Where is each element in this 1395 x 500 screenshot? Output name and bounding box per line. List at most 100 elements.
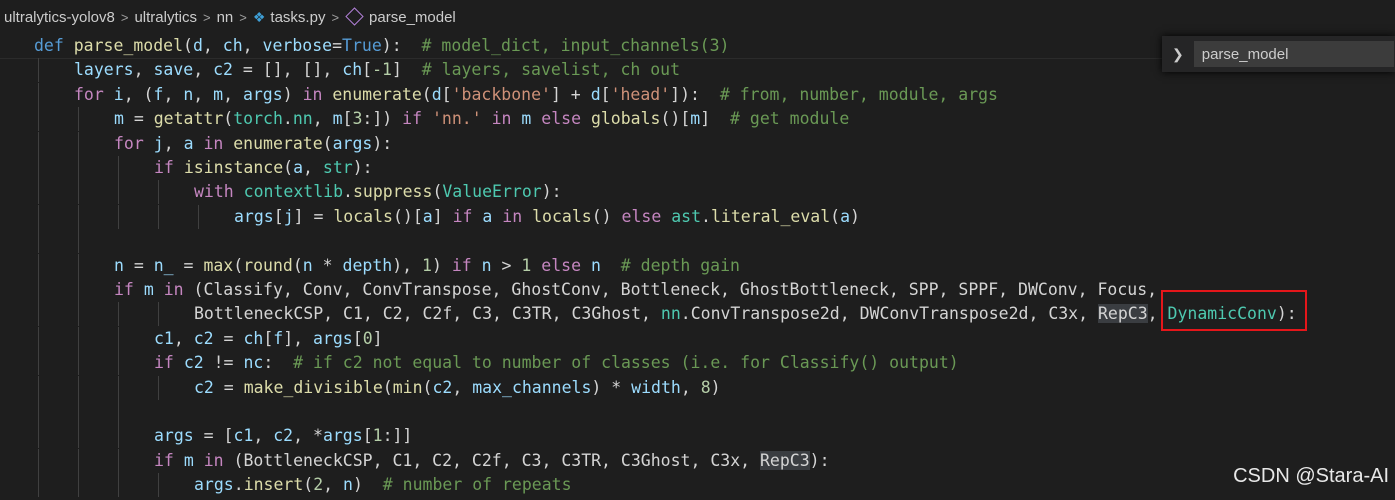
code-token: save [153, 60, 194, 80]
code-token: , [323, 475, 344, 495]
indent-guide [78, 253, 79, 278]
code-token: ) [710, 377, 721, 397]
code-token: a [482, 206, 493, 226]
code-token: ( [233, 450, 244, 470]
code-token: args [313, 328, 353, 348]
code-line[interactable]: args[j] = locals()[a] if a in locals() e… [0, 204, 1395, 229]
code-token: locals [333, 206, 393, 226]
code-text: m = getattr(torch.nn, m[3:]) if 'nn.' in… [114, 107, 849, 131]
code-token: suppress [352, 182, 433, 202]
code-token: # get module [730, 109, 850, 129]
code-token: in [203, 133, 234, 153]
code-line[interactable]: args = [c1, c2, *args[1:]] [0, 424, 1395, 449]
code-token: ( [322, 133, 333, 153]
code-line[interactable]: for j, a in enumerate(args): [0, 131, 1395, 156]
code-token: args [234, 206, 274, 226]
code-token: ( [183, 36, 193, 55]
code-line[interactable]: for i, (f, n, m, args) in enumerate(d['b… [0, 82, 1395, 107]
code-token: ch [222, 36, 243, 55]
indent-guide [38, 82, 39, 107]
indent-guide [38, 204, 39, 229]
code-line[interactable] [0, 400, 1395, 424]
indent-guide [38, 473, 39, 498]
code-token: in [502, 206, 533, 226]
code-token: :]] [382, 426, 413, 446]
indent-guide [38, 278, 39, 302]
code-line[interactable]: args.insert(2, n) # number of repeats [0, 473, 1395, 498]
code-token: != [203, 353, 244, 373]
code-token: a [183, 133, 194, 153]
code-token: = [213, 377, 244, 397]
breadcrumb-item-symbol[interactable]: parse_model [369, 9, 456, 26]
code-token: args [154, 426, 194, 446]
code-token: ( [193, 280, 204, 299]
code-line[interactable]: c2 = make_divisible(min(c2, max_channels… [0, 375, 1395, 400]
code-line[interactable]: n = n_ = max(round(n * depth), 1) if n >… [0, 253, 1395, 278]
code-token: if [452, 206, 483, 226]
find-input[interactable] [1193, 41, 1394, 67]
breadcrumb-item-package[interactable]: ultralytics [134, 9, 197, 26]
code-token: BottleneckCSP, C1, C2, C2f, C3, C3TR, C3… [194, 304, 661, 324]
code-token: ] [391, 60, 422, 80]
code-token: ( [421, 84, 432, 104]
code-token: ) [431, 255, 452, 275]
code-token: n [343, 475, 353, 495]
code-token: 1 [521, 255, 532, 275]
breadcrumb-item-file[interactable]: tasks.py [270, 9, 325, 26]
indent-guide [118, 204, 119, 229]
code-token: d [590, 84, 601, 104]
code-text: if m in (BottleneckCSP, C1, C2, C2f, C3,… [154, 449, 830, 473]
code-token: ): [352, 158, 373, 177]
code-token: max [203, 255, 234, 275]
indent-guide [118, 375, 119, 400]
code-token: with [194, 182, 244, 202]
indent-guide [78, 326, 79, 351]
code-token: i [113, 84, 124, 104]
indent-guide [38, 424, 39, 449]
code-token: ()[ [392, 206, 423, 226]
code-token: True [342, 36, 382, 55]
indent-guide [158, 375, 159, 400]
code-token: m [690, 109, 701, 129]
breadcrumb-item-folder[interactable]: nn [217, 9, 234, 26]
indent-guide [118, 351, 119, 376]
code-token: 2 [313, 475, 324, 495]
code-token: , [173, 328, 194, 348]
code-token: , [133, 60, 154, 80]
code-token: ) [850, 206, 860, 226]
code-token: RepC3 [1098, 304, 1148, 324]
code-line[interactable]: with contextlib.suppress(ValueError): [0, 180, 1395, 205]
indent-guide [38, 302, 39, 327]
code-line[interactable]: if m in (BottleneckCSP, C1, C2, C2f, C3,… [0, 448, 1395, 473]
indent-guide [78, 302, 79, 327]
code-line[interactable]: if isinstance(a, str): [0, 156, 1395, 180]
code-token: ( [233, 255, 244, 275]
python-file-icon: ❖ [252, 8, 266, 25]
code-text: args = [c1, c2, *args[1:]] [154, 424, 412, 448]
code-text: for i, (f, n, m, args) in enumerate(d['b… [74, 83, 998, 107]
chevron-right-icon[interactable]: ❯ [1172, 46, 1184, 63]
code-token: d [192, 36, 203, 55]
code-line[interactable]: if c2 != nc: # if c2 not equal to number… [0, 351, 1395, 376]
indent-guide [158, 302, 159, 327]
indent-guide [78, 473, 79, 498]
code-token: j [153, 133, 164, 153]
code-token: 0 [362, 328, 373, 348]
code-line[interactable] [0, 229, 1395, 254]
code-line[interactable]: m = getattr(torch.nn, m[3:]) if 'nn.' in… [0, 107, 1395, 132]
code-token: m [213, 84, 224, 104]
code-text: args[j] = locals()[a] if a in locals() e… [234, 205, 860, 229]
code-token: m [332, 109, 343, 129]
code-token: m [143, 280, 154, 299]
find-widget: ❯ [1162, 36, 1395, 72]
watermark: CSDN @Stara-AI [1233, 465, 1389, 487]
code-token: for [74, 84, 114, 104]
breadcrumb-item-project[interactable]: ultralytics-yolov8 [4, 9, 115, 26]
code-token: . [282, 109, 293, 129]
indent-guide [118, 473, 119, 498]
indent-guide [118, 424, 119, 449]
code-token: args [322, 426, 363, 446]
indent-guide [38, 326, 39, 351]
indent-guide [198, 204, 199, 229]
